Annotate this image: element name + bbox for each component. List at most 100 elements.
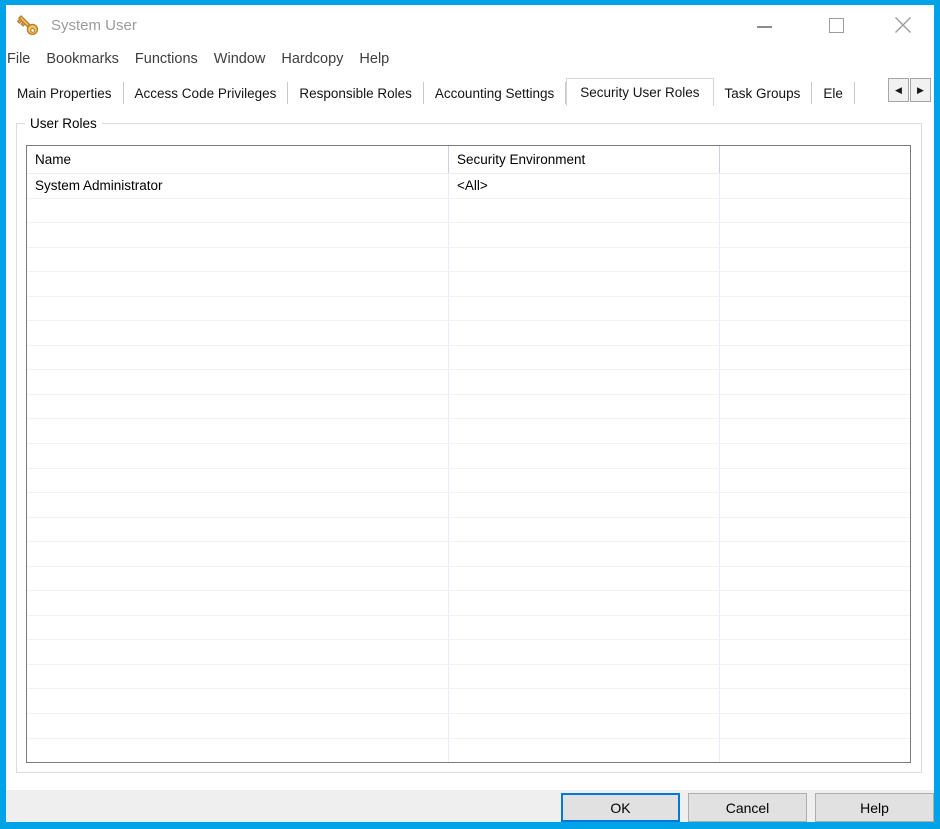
tab-scrollers: ◀ ▶: [888, 78, 931, 102]
cell-blank: [720, 665, 910, 689]
table-row[interactable]: [27, 346, 910, 371]
tabstrip: Main Properties Access Code Privileges R…: [6, 73, 934, 106]
menu-hardcopy[interactable]: Hardcopy: [273, 51, 351, 67]
user-roles-groupbox-label: User Roles: [25, 114, 102, 133]
table-row[interactable]: [27, 518, 910, 543]
cell-blank: [27, 739, 449, 763]
cell-blank: [720, 714, 910, 738]
tab-access-code-privileges[interactable]: Access Code Privileges: [124, 82, 289, 104]
table-row[interactable]: [27, 689, 910, 714]
cancel-button[interactable]: Cancel: [688, 793, 807, 822]
cell-blank: [449, 469, 720, 493]
cell-blank: [27, 714, 449, 738]
cell-blank: [27, 199, 449, 223]
cell-blank: [720, 444, 910, 468]
menu-window[interactable]: Window: [206, 51, 274, 67]
menu-help[interactable]: Help: [351, 51, 397, 67]
tab-security-user-roles[interactable]: Security User Roles: [566, 78, 713, 106]
arrow-right-icon: ▶: [917, 85, 924, 96]
table-row[interactable]: System Administrator <All>: [27, 174, 910, 199]
minimize-button[interactable]: [757, 25, 772, 28]
table-row[interactable]: [27, 248, 910, 273]
menu-file[interactable]: File: [6, 51, 38, 67]
table-row[interactable]: [27, 223, 910, 248]
cell-blank: [720, 542, 910, 566]
titlebar: System User: [6, 5, 934, 45]
cell-blank: [720, 321, 910, 345]
tab-accounting-settings[interactable]: Accounting Settings: [424, 82, 566, 104]
cell-blank: [720, 272, 910, 296]
menubar: File Bookmarks Functions Window Hardcopy…: [6, 45, 934, 73]
table-row[interactable]: [27, 272, 910, 297]
cell-blank: [27, 223, 449, 247]
table-row[interactable]: [27, 297, 910, 322]
table-row[interactable]: [27, 199, 910, 224]
cell-blank: [720, 370, 910, 394]
menu-bookmarks[interactable]: Bookmarks: [38, 51, 127, 67]
cell-blank: [720, 297, 910, 321]
cell-blank: [720, 419, 910, 443]
table-row[interactable]: [27, 419, 910, 444]
user-roles-table: Name Security Environment System Adminis…: [26, 145, 911, 763]
cell-blank: [27, 321, 449, 345]
tab-scroll-left-button[interactable]: ◀: [888, 78, 909, 102]
table-row[interactable]: [27, 665, 910, 690]
cell-blank: [720, 346, 910, 370]
cell-blank: [449, 493, 720, 517]
table-row[interactable]: [27, 567, 910, 592]
maximize-icon: [829, 18, 844, 33]
arrow-left-icon: ◀: [895, 85, 902, 96]
table-row[interactable]: [27, 370, 910, 395]
cell-blank: [449, 567, 720, 591]
column-header-name[interactable]: Name: [27, 146, 449, 173]
cell-blank: [449, 640, 720, 664]
column-header-blank: [720, 146, 910, 173]
ok-button[interactable]: OK: [561, 793, 680, 822]
cell-blank: [449, 370, 720, 394]
cell-blank: [449, 616, 720, 640]
column-header-security-environment[interactable]: Security Environment: [449, 146, 720, 173]
table-row[interactable]: [27, 542, 910, 567]
table-row[interactable]: [27, 714, 910, 739]
tab-truncated[interactable]: Ele: [812, 82, 855, 104]
cell-blank: [27, 469, 449, 493]
cell-blank: [27, 665, 449, 689]
tab-main-properties[interactable]: Main Properties: [6, 82, 124, 104]
cell-blank: [449, 395, 720, 419]
user-roles-groupbox: User Roles Name Security Environment Sys…: [16, 123, 922, 773]
help-button[interactable]: Help: [815, 793, 934, 822]
table-body: System Administrator <All>: [27, 174, 910, 762]
cell-blank: [27, 370, 449, 394]
tab-scroll-right-button[interactable]: ▶: [910, 78, 931, 102]
cell-blank: [27, 567, 449, 591]
cell-blank: [449, 444, 720, 468]
cell-blank: [720, 591, 910, 615]
cell-blank: [720, 223, 910, 247]
table-row[interactable]: [27, 591, 910, 616]
table-row[interactable]: [27, 444, 910, 469]
tab-responsible-roles[interactable]: Responsible Roles: [288, 82, 424, 104]
cell-blank: [449, 689, 720, 713]
cell-blank: [449, 297, 720, 321]
tab-task-groups[interactable]: Task Groups: [714, 82, 813, 104]
table-row[interactable]: [27, 395, 910, 420]
close-button[interactable]: [894, 16, 912, 34]
maximize-button[interactable]: [828, 17, 844, 33]
cell-blank: [720, 567, 910, 591]
table-row[interactable]: [27, 321, 910, 346]
table-row[interactable]: [27, 493, 910, 518]
cell-blank: [720, 493, 910, 517]
table-row[interactable]: [27, 469, 910, 494]
cell-blank: [449, 272, 720, 296]
cell-blank: [449, 199, 720, 223]
footer-bar: OK Cancel Help: [6, 790, 934, 822]
table-row[interactable]: [27, 739, 910, 763]
table-row[interactable]: [27, 616, 910, 641]
cell-blank: [27, 640, 449, 664]
cell-blank: [27, 395, 449, 419]
table-row[interactable]: [27, 640, 910, 665]
system-user-window: System User File Bookmarks Functions Win…: [0, 0, 940, 829]
cell-blank: [27, 591, 449, 615]
cell-blank: [449, 248, 720, 272]
menu-functions[interactable]: Functions: [127, 51, 206, 67]
